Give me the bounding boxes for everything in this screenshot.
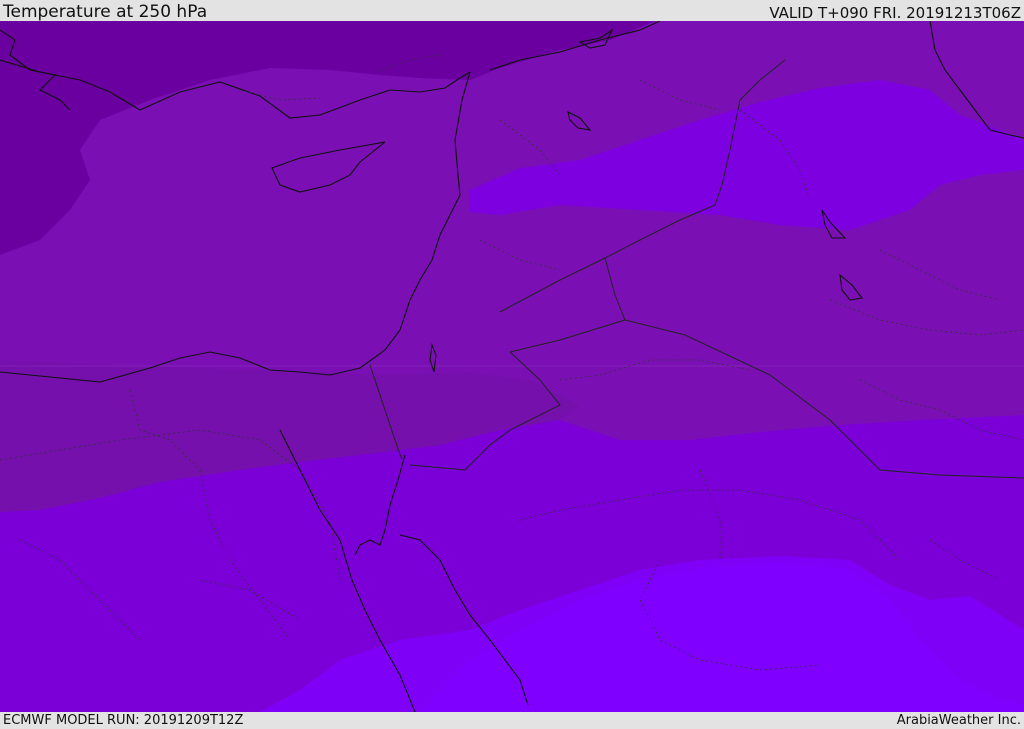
valid-time-label: VALID T+090 FRI. 20191213T06Z [769,4,1021,22]
temperature-map [0,21,1024,712]
map-title: Temperature at 250 hPa [3,2,208,22]
header-bar: Temperature at 250 hPa VALID T+090 FRI. … [0,0,1024,21]
map-canvas [0,21,1024,712]
footer-bar: ECMWF MODEL RUN: 20191209T12Z ArabiaWeat… [0,712,1024,729]
model-run-label: ECMWF MODEL RUN: 20191209T12Z [3,713,244,728]
credit-label: ArabiaWeather Inc. [896,713,1021,728]
